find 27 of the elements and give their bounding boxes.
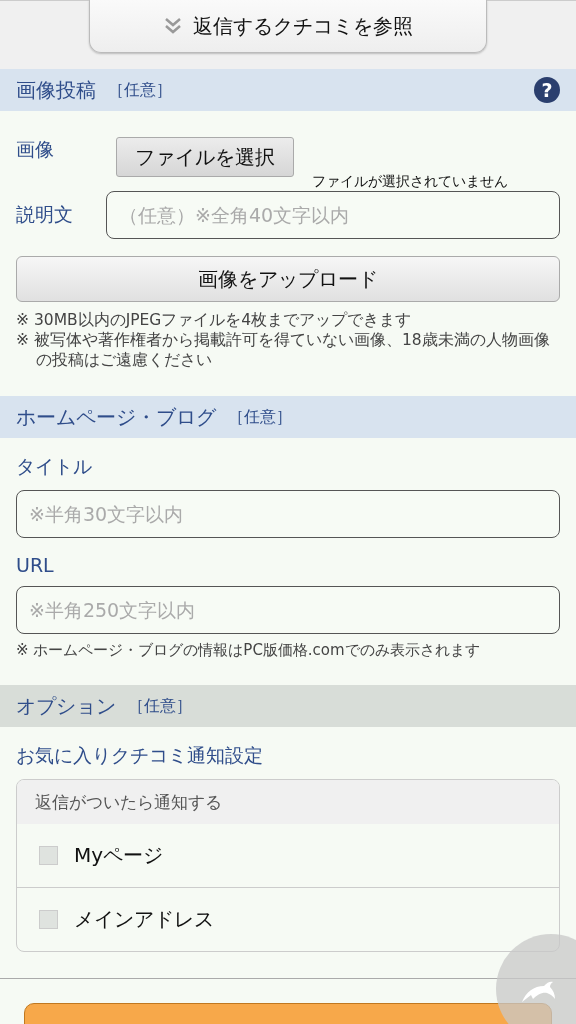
section-title: オプション <box>16 692 116 720</box>
optional-tag: ［任意］ <box>128 695 192 717</box>
section-title: ホームページ・ブログ <box>16 403 216 431</box>
text-field[interactable]: ※半角250文字以内 <box>16 586 560 634</box>
caption-field[interactable]: （任意）※全角40文字以内 <box>106 191 560 239</box>
note-text: ※ 30MB以内のJPEGファイルを4枚までアップできます <box>16 310 413 330</box>
optional-tag: ［任意］ <box>228 406 292 428</box>
text-field[interactable]: ※半角30文字以内 <box>16 490 560 538</box>
checkbox[interactable] <box>39 846 58 865</box>
help-icon[interactable]: ? <box>534 77 560 103</box>
group-header: 返信がついたら通知する <box>17 780 559 824</box>
upload-button[interactable]: 画像をアップロード <box>16 256 560 302</box>
setting-title: お気に入りクチコミ通知設定 <box>16 743 264 768</box>
optional-tag: ［任意］ <box>108 79 172 101</box>
checkbox-option[interactable]: Myページ <box>17 824 559 887</box>
field-label: タイトル <box>16 454 93 479</box>
double-chevron-icon <box>163 16 183 36</box>
section-title: 画像投稿 <box>16 76 96 104</box>
file-status: ファイルが選択されていません <box>312 173 508 191</box>
note-text: ※ ホームページ・ブログの情報はPC版価格.comでのみ表示されます <box>16 640 481 660</box>
choose-file-button[interactable]: ファイルを選択 <box>116 137 294 177</box>
reply-link-button[interactable]: 返信するクチコミを参照 <box>89 0 487 53</box>
field-label: 説明文 <box>16 202 74 227</box>
checkbox[interactable] <box>39 910 58 929</box>
field-label: URL <box>16 554 55 576</box>
field-label: 画像 <box>16 137 55 162</box>
note-text: ※ 被写体や著作権者から掲載許可を得ていない画像、18歳未満の人物画像の投稿はご遠慮ください <box>16 330 551 370</box>
